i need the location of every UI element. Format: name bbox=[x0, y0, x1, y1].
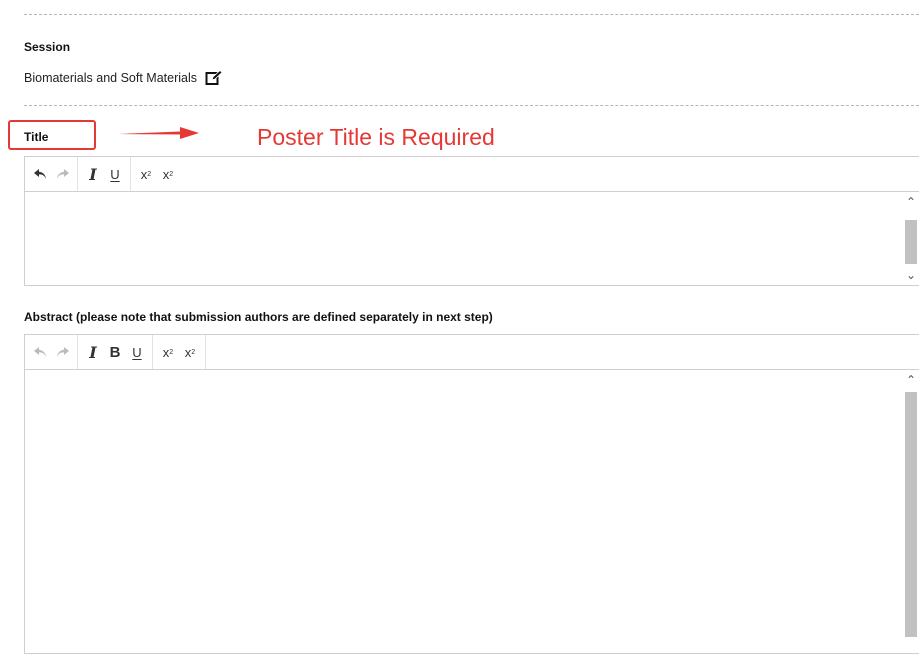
session-value: Biomaterials and Soft Materials bbox=[24, 71, 197, 85]
underline-icon[interactable]: U bbox=[104, 163, 126, 185]
scroll-thumb[interactable] bbox=[905, 220, 917, 264]
history-group bbox=[25, 335, 78, 369]
scroll-thumb[interactable] bbox=[905, 392, 917, 637]
superscript-icon[interactable]: x2 bbox=[157, 341, 179, 363]
superscript-icon[interactable]: x2 bbox=[135, 163, 157, 185]
italic-icon[interactable]: I bbox=[82, 163, 104, 185]
format-group: I B U bbox=[78, 335, 153, 369]
underline-icon[interactable]: U bbox=[126, 341, 148, 363]
annotation-arrow-icon bbox=[118, 127, 199, 139]
title-editor: I U x2 x2 ⌃ ⌄ bbox=[24, 156, 919, 286]
redo-icon[interactable] bbox=[51, 163, 73, 185]
redo-icon[interactable] bbox=[51, 341, 73, 363]
title-input[interactable] bbox=[25, 192, 919, 287]
abstract-editor: I B U x2 x2 ⌃ bbox=[24, 334, 919, 654]
abstract-scrollbar[interactable]: ⌃ bbox=[902, 370, 919, 653]
subscript-icon[interactable]: x2 bbox=[157, 163, 179, 185]
italic-icon[interactable]: I bbox=[82, 341, 104, 363]
undo-icon[interactable] bbox=[29, 341, 51, 363]
edit-pencil-icon[interactable] bbox=[205, 70, 223, 86]
abstract-label: Abstract (please note that submission au… bbox=[24, 310, 493, 324]
section-divider bbox=[24, 105, 919, 106]
title-toolbar: I U x2 x2 bbox=[25, 157, 919, 192]
annotation-highlight-box bbox=[8, 120, 96, 150]
history-group bbox=[25, 157, 78, 191]
subscript-icon[interactable]: x2 bbox=[179, 341, 201, 363]
session-row: Biomaterials and Soft Materials bbox=[24, 70, 223, 86]
title-scrollbar[interactable]: ⌃ ⌄ bbox=[902, 192, 919, 285]
scroll-up-icon[interactable]: ⌃ bbox=[902, 194, 919, 210]
script-group: x2 x2 bbox=[153, 335, 206, 369]
abstract-input[interactable] bbox=[25, 370, 919, 655]
bold-icon[interactable]: B bbox=[104, 341, 126, 363]
top-divider bbox=[24, 14, 919, 15]
script-group: x2 x2 bbox=[131, 157, 183, 191]
undo-icon[interactable] bbox=[29, 163, 51, 185]
session-label: Session bbox=[24, 40, 71, 54]
scroll-down-icon[interactable]: ⌄ bbox=[902, 267, 919, 283]
format-group: I U bbox=[78, 157, 131, 191]
annotation-text: Poster Title is Required bbox=[257, 124, 495, 150]
scroll-up-icon[interactable]: ⌃ bbox=[902, 372, 919, 388]
abstract-toolbar: I B U x2 x2 bbox=[25, 335, 919, 370]
